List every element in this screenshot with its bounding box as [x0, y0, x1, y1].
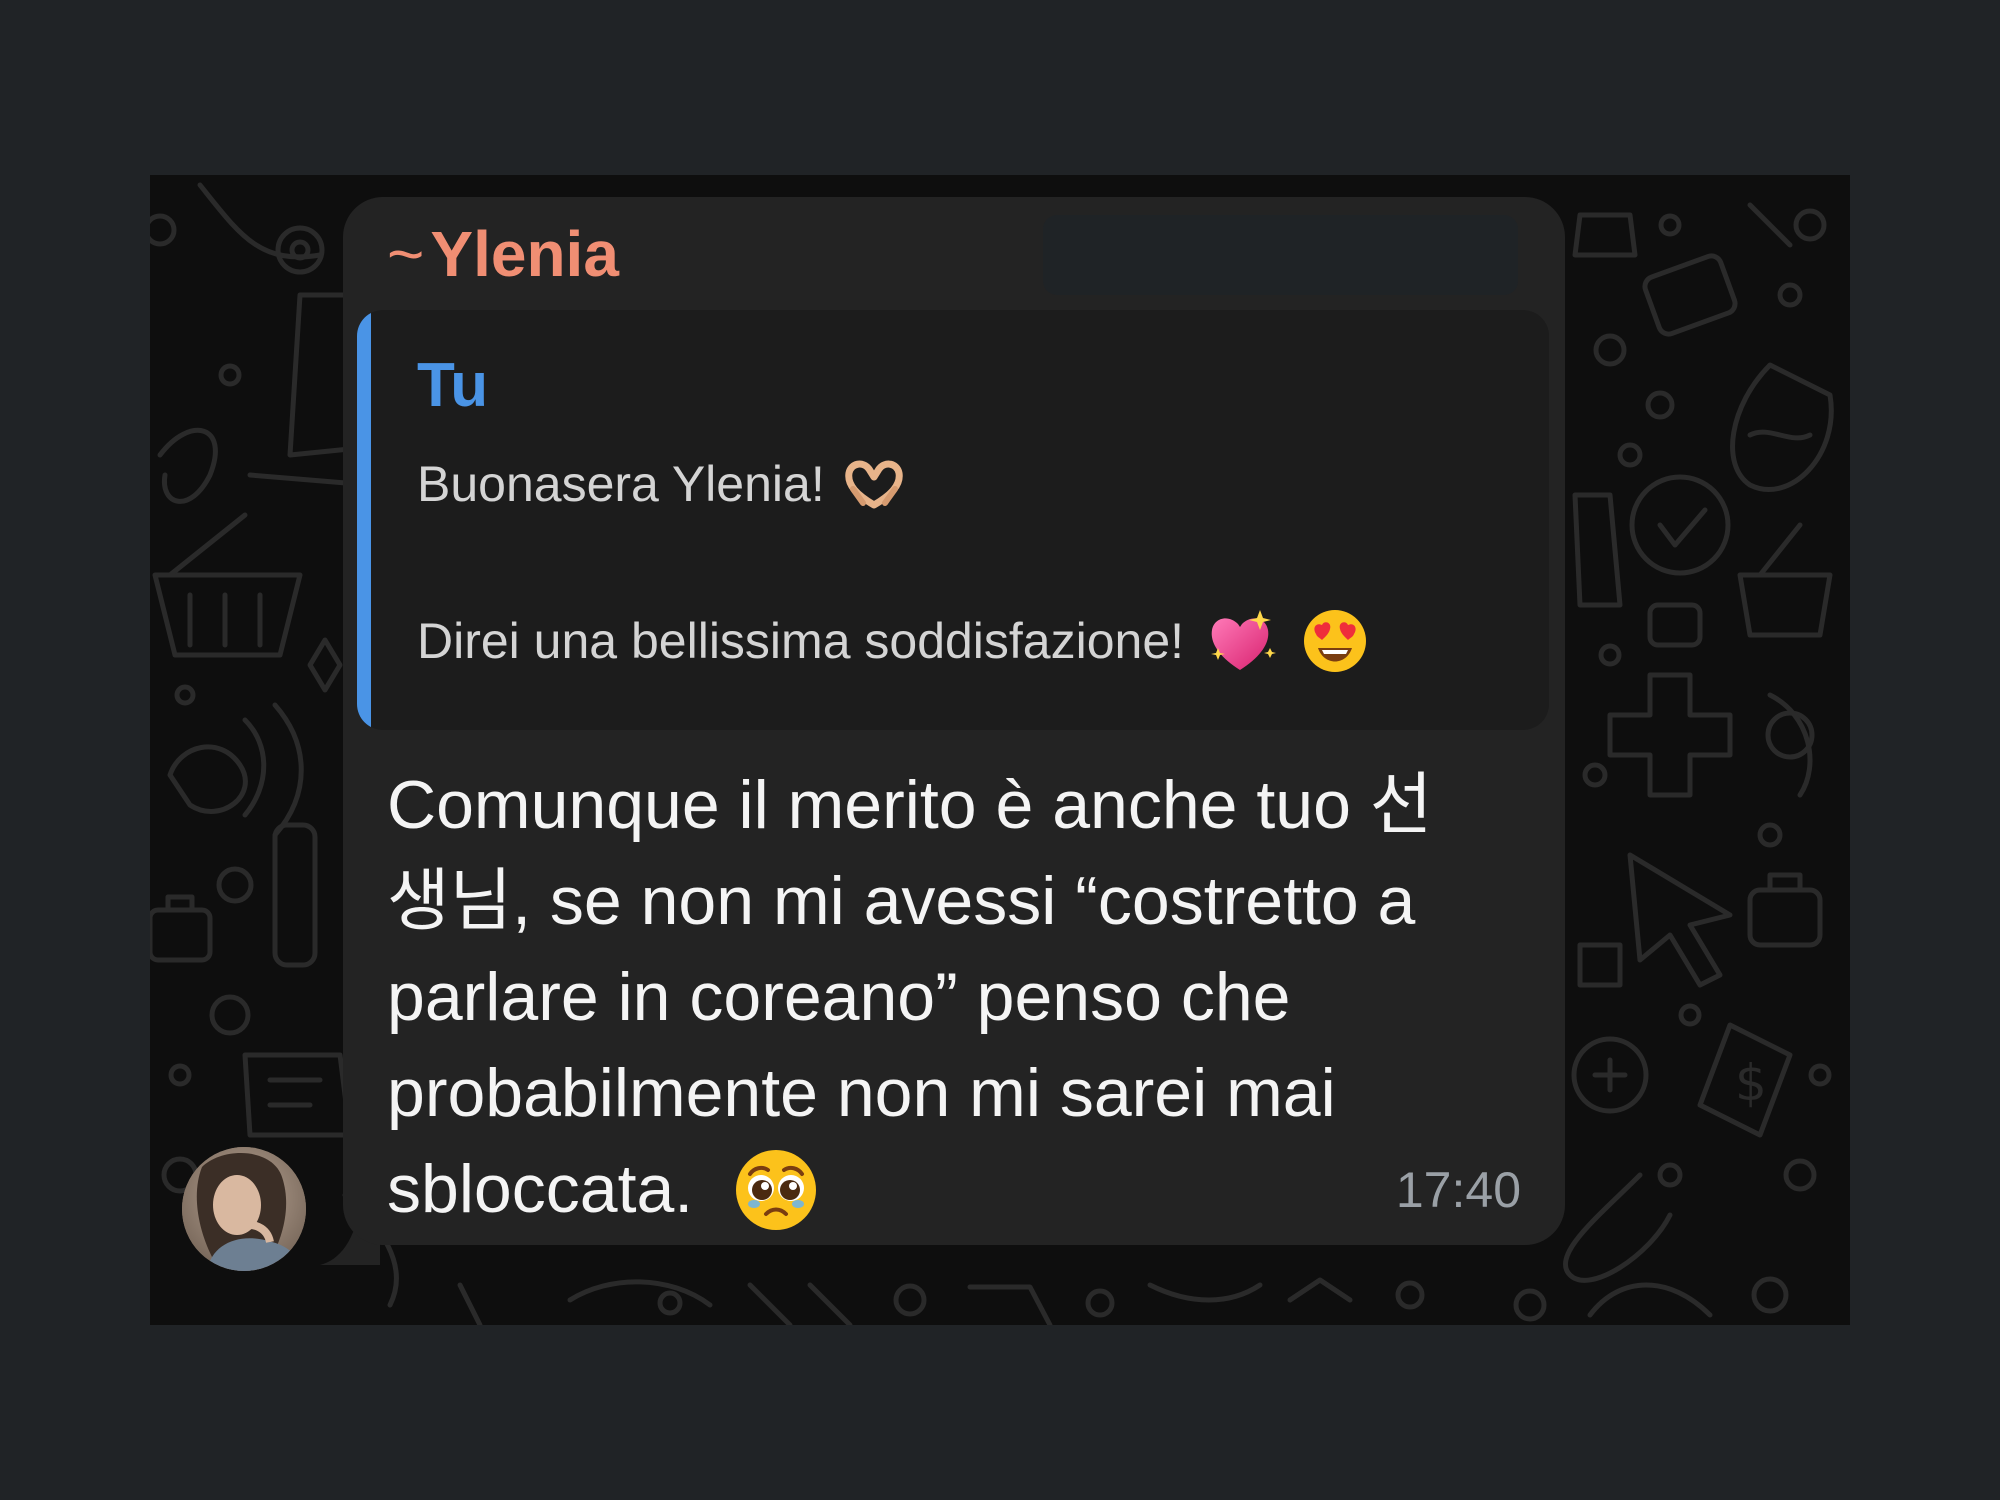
message-line-4: probabilmente non mi sarei mai — [387, 1055, 1336, 1131]
quote-line-1-text: Buonasera Ylenia! — [417, 456, 825, 512]
heart-eyes-emoji — [1303, 610, 1366, 672]
heart-hands-emoji — [844, 460, 903, 509]
message-line-5-text: sbloccata. — [387, 1151, 694, 1227]
sender-name-label: Ylenia — [430, 218, 619, 290]
reply-quote[interactable]: Tu Buonasera Ylenia! Direi una bellissim… — [357, 310, 1549, 730]
sender-prefix: ~ — [387, 218, 425, 290]
message-line-2: 생님, se non mi avessi “costretto a — [387, 863, 1416, 939]
svg-text:$: $ — [1735, 1054, 1767, 1112]
sender-name[interactable]: ~Ylenia — [387, 217, 619, 291]
message-line-3: parlare in coreano” penso che — [387, 959, 1291, 1035]
sparkling-heart-emoji — [1210, 610, 1276, 670]
message-timestamp: 17:40 — [1395, 1162, 1521, 1218]
quote-line-2: Direi una bellissima soddisfazione! — [417, 610, 1368, 678]
pleading-face-emoji — [736, 1150, 817, 1231]
message-body[interactable]: Comunque il merito è anche tuo 선 생님, se … — [387, 757, 1537, 1237]
user-avatar-image — [182, 1147, 306, 1271]
chat-screenshot: $ ~Ylenia Tu Buonasera Ylenia! Direi una… — [150, 175, 1850, 1325]
header-strip — [1043, 215, 1518, 295]
quote-line-1: Buonasera Ylenia! — [417, 455, 905, 513]
quote-author: Tu — [417, 351, 489, 420]
quote-line-2-text: Direi una bellissima soddisfazione! — [417, 613, 1185, 670]
avatar[interactable] — [182, 1147, 306, 1271]
message-bubble[interactable]: ~Ylenia Tu Buonasera Ylenia! Direi una b… — [343, 197, 1565, 1245]
message-line-1: Comunque il merito è anche tuo 선 — [387, 767, 1433, 843]
message-line-5: sbloccata. — [387, 1141, 1537, 1237]
quote-accent-bar — [357, 310, 371, 730]
